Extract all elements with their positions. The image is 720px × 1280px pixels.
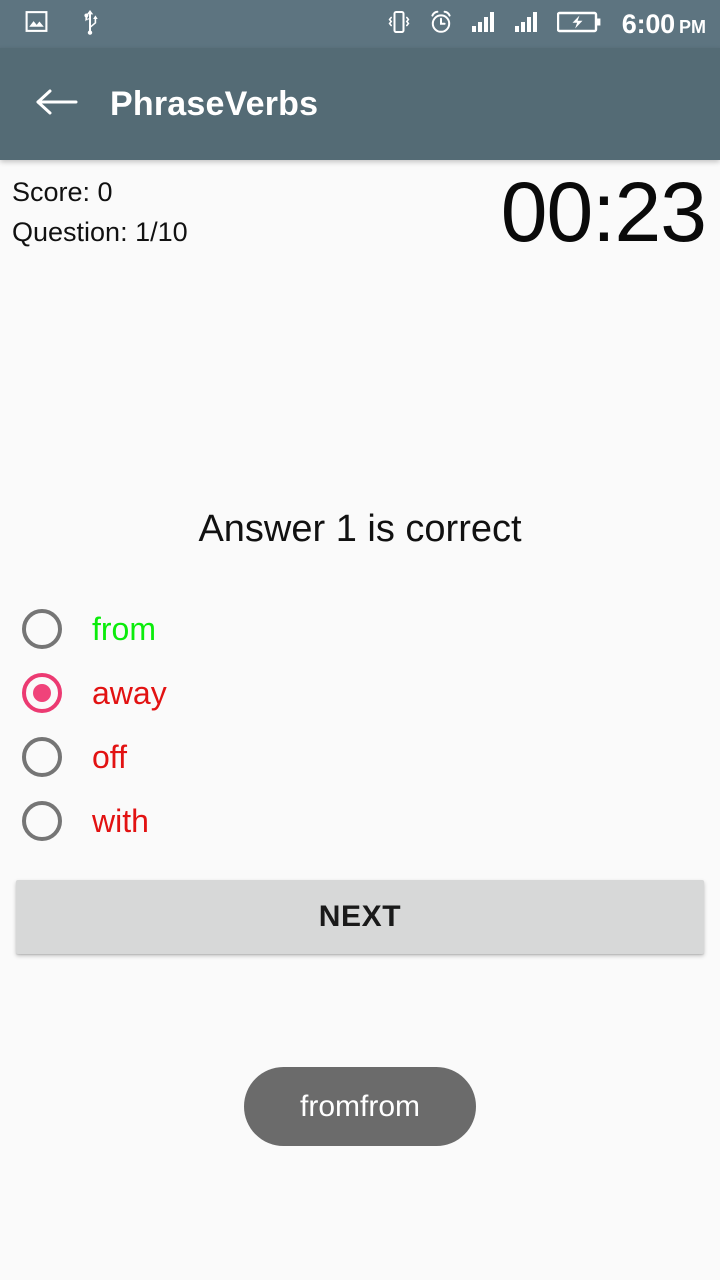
answer-option-label-2: off [92,739,127,775]
toast-message-text: fromfrom [300,1089,420,1123]
answer-options-group: from away off with [0,597,720,853]
status-bar-right-icons: 6:00 PM [387,9,706,40]
answer-option-1[interactable]: away [0,661,720,725]
back-button[interactable] [24,72,88,136]
toast-message: fromfrom [244,1067,476,1146]
countdown-timer: 00:23 [500,165,707,259]
image-icon [24,9,49,39]
radio-button-icon-2[interactable] [22,737,62,777]
status-clock: 6:00 PM [618,8,706,39]
app-bar: PhraseVerbs [0,48,720,160]
answer-option-label-1: away [92,675,167,711]
quiz-info-row: Score: 0 Question: 1/10 00:23 [0,160,720,290]
page-title: PhraseVerbs [110,84,319,123]
battery-charging-icon [556,10,601,39]
back-arrow-icon [34,86,78,123]
next-button[interactable]: NEXT [16,880,704,954]
question-prompt: Answer 1 is correct [198,508,522,550]
clock-period: PM [679,16,706,37]
app-screen: 6:00 PM PhraseVerbs Score: 0 Question: 1… [0,0,720,1280]
vibrate-icon [387,9,411,40]
answer-option-label-3: with [92,803,149,839]
clock-time: 6:00 [621,8,675,39]
answer-option-3[interactable]: with [0,789,720,853]
alarm-icon [428,9,454,40]
answer-option-label-0: from [92,611,156,647]
signal-bars-icon-2 [514,11,540,38]
radio-button-icon-1[interactable] [22,673,62,713]
radio-button-icon-3[interactable] [22,801,62,841]
answer-option-0[interactable]: from [0,597,720,661]
score-label: Score: 0 [12,177,113,207]
radio-button-icon-0[interactable] [22,609,62,649]
usb-icon [79,8,101,41]
question-counter-label: Question: 1/10 [12,217,188,247]
status-bar-left-icons [24,8,101,41]
signal-bars-icon-1 [471,11,497,38]
status-bar: 6:00 PM [0,0,720,48]
answer-option-2[interactable]: off [0,725,720,789]
